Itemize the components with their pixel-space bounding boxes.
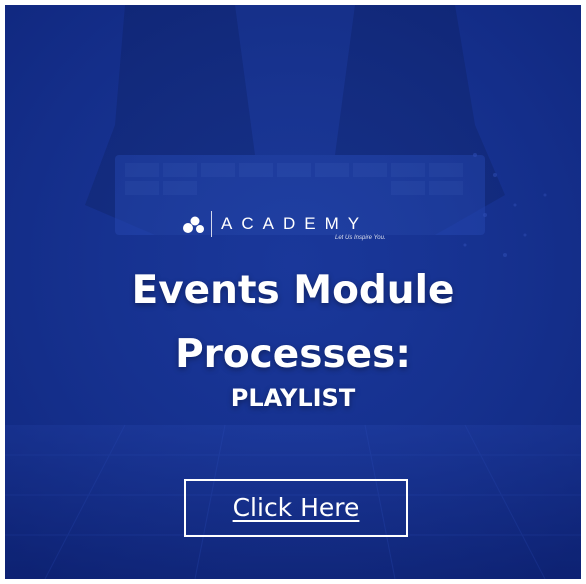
logo-divider xyxy=(211,211,212,237)
click-here-button[interactable]: Click Here xyxy=(184,479,408,537)
brand-name: ACADEMY xyxy=(221,214,369,233)
brand-tagline: Let Us Inspire You. xyxy=(335,235,386,241)
headline-line-2: Processes: xyxy=(175,332,411,377)
promo-banner: ACADEMY Let Us Inspire You. Events Modul… xyxy=(5,5,581,579)
brand-lockup: ACADEMY Let Us Inspire You. xyxy=(5,211,581,251)
headline-line-3: PLAYLIST xyxy=(230,384,356,412)
academy-logo-icon xyxy=(183,216,204,233)
headline-line-1: Events Module xyxy=(131,268,455,313)
